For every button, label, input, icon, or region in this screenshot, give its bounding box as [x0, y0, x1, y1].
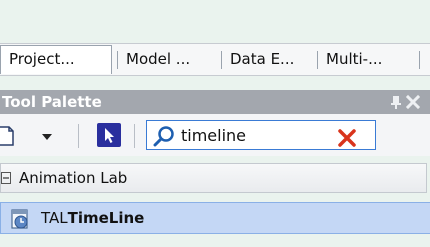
pin-icon[interactable]: [389, 94, 403, 110]
document-icon[interactable]: [0, 126, 14, 146]
clear-search-icon[interactable]: [337, 128, 357, 148]
toolbar-divider: [134, 124, 135, 148]
collapse-icon[interactable]: [1, 172, 11, 184]
panel-title: Tool Palette: [2, 93, 102, 111]
tab-data-explorer[interactable]: Data E...: [222, 46, 314, 72]
palette-item[interactable]: TALTimeLine: [0, 202, 430, 234]
search-input[interactable]: [181, 123, 331, 147]
pointer-tool-icon[interactable]: [96, 122, 122, 148]
item-match-highlight: TimeLine: [67, 209, 145, 227]
search-box: [146, 120, 376, 150]
tab-divider: [419, 51, 420, 69]
timeline-icon: [11, 209, 28, 229]
tab-model[interactable]: Model ...: [118, 46, 218, 72]
document-tab-strip: Project... Model ... Data E... Multi-...: [0, 43, 430, 76]
category-header[interactable]: Animation Lab: [0, 163, 427, 193]
chevron-down-icon[interactable]: [36, 126, 58, 146]
palette-item-label: TALTimeLine: [41, 203, 144, 233]
palette-toolbar: [0, 114, 430, 156]
item-prefix: TAL: [41, 209, 68, 227]
tab-project[interactable]: Project...: [0, 45, 112, 74]
search-icon: [153, 126, 174, 147]
toolbar-divider: [78, 124, 79, 148]
close-icon[interactable]: [406, 94, 420, 110]
tool-palette-titlebar: Tool Palette: [0, 90, 430, 114]
category-label: Animation Lab: [19, 169, 128, 187]
tab-multi[interactable]: Multi-...: [318, 46, 414, 72]
